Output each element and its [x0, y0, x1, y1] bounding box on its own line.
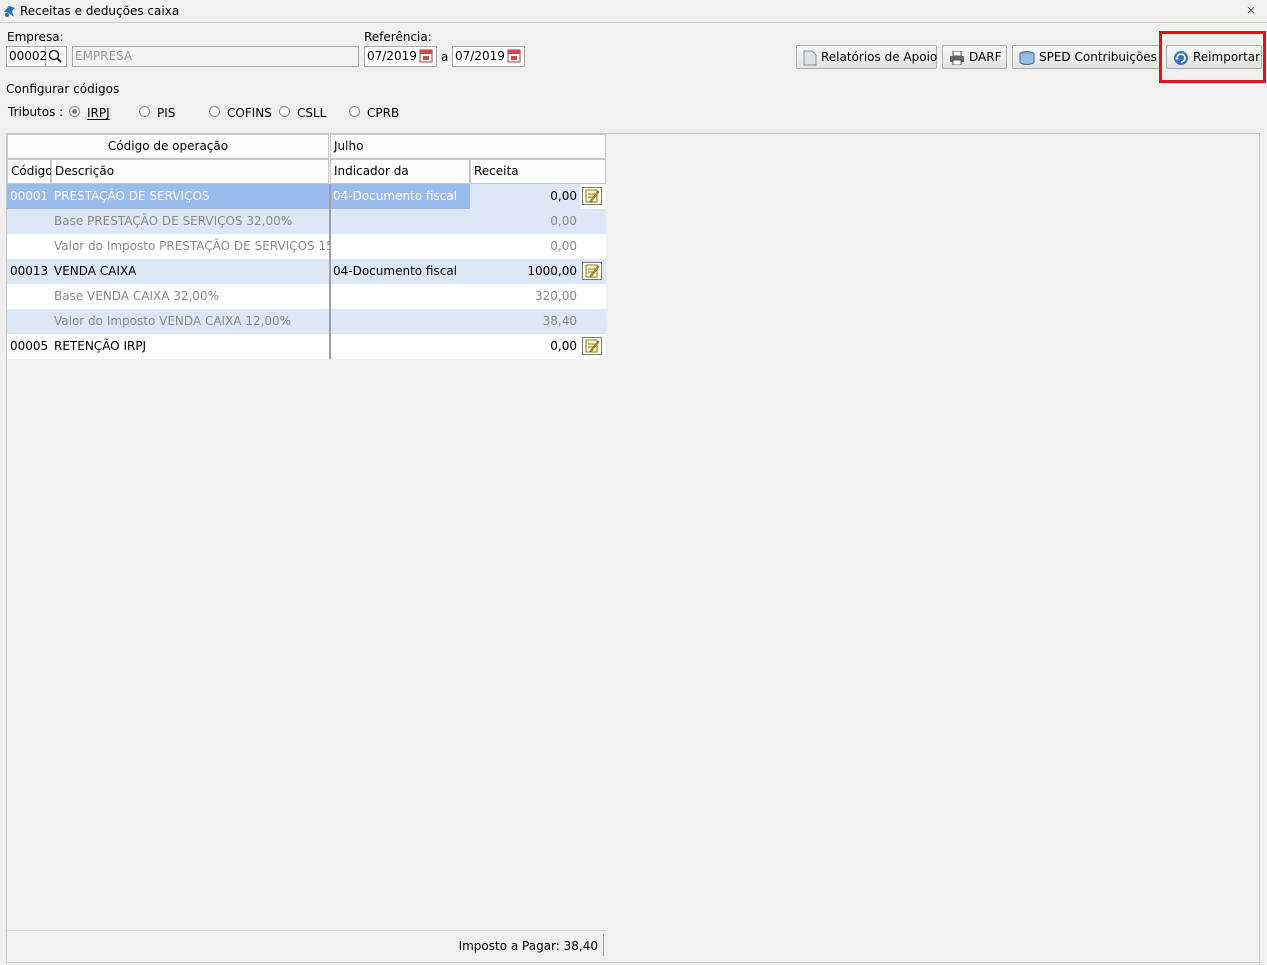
- config-title: Configurar códigos: [6, 82, 120, 96]
- cell-descricao: RETENÇÃO IRPJ: [54, 339, 147, 353]
- search-button[interactable]: [46, 46, 67, 67]
- edit-note-icon: [585, 189, 600, 203]
- highlight-box: [1159, 31, 1266, 83]
- sped-button[interactable]: SPED Contribuições: [1012, 45, 1160, 69]
- radio-csll[interactable]: [279, 106, 290, 117]
- imposto-total: Imposto a Pagar: 38,40: [458, 939, 598, 953]
- cell-indicador[interactable]: 04-Documento fiscal: [330, 184, 470, 209]
- cell-indicador: [330, 284, 470, 309]
- darf-button[interactable]: DARF: [942, 45, 1007, 69]
- table-row[interactable]: Base VENDA CAIXA 32,00% 320,00: [7, 284, 606, 309]
- title-bar: Receitas e deduções caixa ⨯: [0, 0, 1267, 23]
- empresa-label: Empresa:: [7, 30, 64, 44]
- cell-codigo: [7, 284, 51, 309]
- radio-cofins[interactable]: [209, 106, 220, 117]
- calendar-icon[interactable]: [419, 49, 433, 63]
- footer-separator: [603, 934, 604, 956]
- cell-codigo: 00005: [10, 339, 49, 353]
- document-icon: [803, 50, 817, 65]
- table-row[interactable]: Valor do Imposto PRESTAÇÃO DE SERVIÇOS 1…: [7, 234, 606, 259]
- radio-label-irpj[interactable]: IRPJ: [87, 106, 110, 120]
- cell-receita: 0,00: [550, 239, 577, 253]
- cell-indicador[interactable]: 04-Documento fiscal: [330, 259, 470, 284]
- cell-receita[interactable]: 1000,00: [470, 259, 580, 284]
- printer-icon: [950, 50, 964, 65]
- empresa-name-field: EMPRESA: [72, 46, 359, 67]
- column-divider: [329, 184, 331, 359]
- table-row[interactable]: 00005 RETENÇÃO IRPJ 0,00: [7, 334, 606, 359]
- window-title: Receitas e deduções caixa: [20, 4, 180, 18]
- calendar-icon[interactable]: [507, 49, 521, 63]
- cell-receita[interactable]: 0,00: [470, 334, 580, 359]
- edit-button[interactable]: [582, 187, 602, 205]
- app-icon: [2, 3, 18, 19]
- cell-receita[interactable]: 0,00: [470, 184, 580, 209]
- empresa-code-field[interactable]: 00002: [6, 46, 47, 67]
- col-header-descricao[interactable]: Descrição: [51, 159, 329, 184]
- grid-group-header-left: Código de operação: [7, 134, 329, 159]
- tributos-label: Tributos :: [8, 105, 64, 119]
- cell-receita: 0,00: [550, 214, 577, 228]
- table-row[interactable]: Base PRESTAÇÃO DE SERVIÇOS 32,00% 0,00: [7, 209, 606, 234]
- radio-button[interactable]: [279, 106, 290, 117]
- col-header-indicador[interactable]: Indicador da composição: [330, 159, 470, 201]
- edit-note-icon: [585, 339, 600, 353]
- table-row[interactable]: Valor do Imposto VENDA CAIXA 12,00% 38,40: [7, 309, 606, 334]
- date-separator: a: [441, 50, 449, 64]
- radio-irpj[interactable]: [69, 106, 80, 117]
- referencia-label: Referência:: [364, 30, 432, 44]
- table-row[interactable]: 00013 VENDA CAIXA 04-Documento fiscal 1000,…: [7, 259, 606, 284]
- grid-group-header-right: Julho: [330, 134, 606, 159]
- darf-label: DARF: [969, 50, 1002, 64]
- radio-label-cofins[interactable]: COFINS: [227, 106, 272, 120]
- relatorios-label: Relatórios de Apoio: [821, 50, 938, 64]
- cell-indicador: [330, 309, 470, 334]
- cell-descricao: VENDA CAIXA: [54, 264, 137, 278]
- cell-descricao: Base PRESTAÇÃO DE SERVIÇOS 32,00%: [54, 214, 293, 228]
- table-row[interactable]: 00001 PRESTAÇÃO DE SERVIÇOS 04-Documento f…: [7, 184, 606, 209]
- sped-label: SPED Contribuições: [1039, 50, 1157, 64]
- edit-button[interactable]: [582, 262, 602, 280]
- cell-descricao: Base VENDA CAIXA 32,00%: [54, 289, 219, 303]
- cell-indicador: [330, 234, 470, 259]
- database-icon: [1019, 50, 1035, 65]
- close-icon[interactable]: ⨯: [1246, 3, 1256, 17]
- search-icon: [48, 49, 62, 63]
- relatorios-button[interactable]: Relatórios de Apoio: [796, 45, 937, 69]
- cell-codigo: 00013: [10, 264, 49, 278]
- col-header-receita[interactable]: Receita: [470, 159, 606, 184]
- date-to-field[interactable]: 07/2019: [452, 46, 525, 67]
- cell-codigo: [7, 209, 51, 234]
- date-to-value: 07/2019: [455, 49, 505, 63]
- radio-label-pis[interactable]: PIS: [157, 106, 175, 120]
- cell-receita: 38,40: [542, 314, 577, 328]
- radio-button[interactable]: [69, 106, 80, 117]
- radio-pis[interactable]: [139, 106, 150, 117]
- date-from-field[interactable]: 07/2019: [364, 46, 437, 67]
- cell-receita: 320,00: [535, 289, 577, 303]
- footer-divider: [7, 930, 606, 931]
- radio-label-cprb[interactable]: CPRB: [367, 106, 399, 120]
- radio-button[interactable]: [209, 106, 220, 117]
- radio-label-csll[interactable]: CSLL: [297, 106, 326, 120]
- cell-indicador: [330, 209, 470, 234]
- cell-descricao: Valor do Imposto PRESTAÇÃO DE SERVIÇOS 1…: [54, 239, 329, 253]
- cell-codigo: [7, 309, 51, 334]
- radio-cprb[interactable]: [349, 106, 360, 117]
- cell-codigo: 00001: [7, 184, 51, 209]
- radio-button[interactable]: [139, 106, 150, 117]
- cell-descricao: Valor do Imposto VENDA CAIXA 12,00%: [54, 314, 292, 328]
- edit-button[interactable]: [582, 337, 602, 355]
- radio-button[interactable]: [349, 106, 360, 117]
- edit-note-icon: [585, 264, 600, 278]
- cell-descricao: PRESTAÇÃO DE SERVIÇOS: [51, 184, 329, 209]
- cell-indicador[interactable]: [330, 334, 470, 359]
- date-from-value: 07/2019: [367, 49, 417, 63]
- col-header-codigo[interactable]: Código: [7, 159, 53, 184]
- cell-codigo: [7, 234, 51, 259]
